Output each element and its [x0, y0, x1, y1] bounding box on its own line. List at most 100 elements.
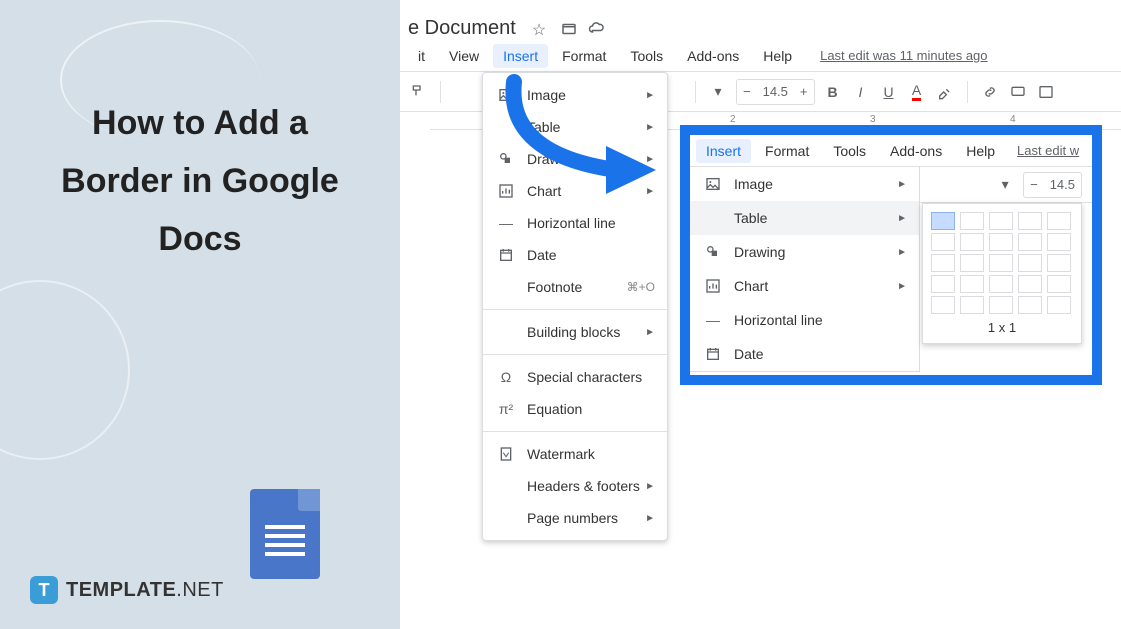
insert-chart[interactable]: Chart ► [690, 269, 919, 303]
insert-drawing[interactable]: Drawing ► [690, 235, 919, 269]
table-cell[interactable] [1047, 254, 1071, 272]
insert-chart[interactable]: Chart ► [483, 175, 667, 207]
comment-icon[interactable] [1008, 82, 1028, 102]
hline-icon: — [704, 311, 722, 329]
insert-special-chars[interactable]: Ω Special characters [483, 361, 667, 393]
font-size-control[interactable]: − 14.5 + [736, 79, 815, 105]
insert-table[interactable]: Table ► [690, 201, 919, 235]
chevron-right-icon: ► [645, 481, 655, 492]
dd-label: Special characters [527, 369, 642, 385]
menu-help[interactable]: Help [956, 139, 1005, 163]
callout-menubar: Insert Format Tools Add-ons Help Last ed… [690, 135, 1092, 167]
insert-image[interactable]: Image ► [690, 167, 919, 201]
last-edit-text[interactable]: Last edit was 11 minutes ago [820, 48, 987, 63]
table-cell[interactable] [960, 212, 984, 230]
bold-icon[interactable]: B [823, 82, 843, 102]
menu-addons[interactable]: Add-ons [677, 44, 749, 68]
insert-page-numbers[interactable]: Page numbers ► [483, 502, 667, 534]
table-size-picker[interactable]: 1 x 1 [922, 203, 1082, 344]
table-cell[interactable] [960, 233, 984, 251]
table-cell[interactable] [989, 254, 1013, 272]
font-size-control[interactable]: − 14.5 [1023, 172, 1082, 198]
minus-icon[interactable]: − [737, 84, 757, 99]
menu-addons[interactable]: Add-ons [880, 139, 952, 163]
chevron-right-icon: ► [645, 513, 655, 524]
highlight-icon[interactable] [935, 82, 955, 102]
table-cell[interactable] [960, 275, 984, 293]
menu-format[interactable]: Format [755, 139, 819, 163]
table-cell[interactable] [931, 233, 955, 251]
table-cell[interactable] [989, 296, 1013, 314]
link-icon[interactable] [980, 82, 1000, 102]
insert-table[interactable]: Table ► [483, 111, 667, 143]
table-cell[interactable] [1047, 233, 1071, 251]
table-cell[interactable] [989, 275, 1013, 293]
table-cell[interactable] [1018, 233, 1042, 251]
drawing-icon [704, 243, 722, 261]
table-cell[interactable] [1047, 212, 1071, 230]
dd-label: Building blocks [527, 324, 620, 340]
watermark-icon [497, 445, 515, 463]
menu-help[interactable]: Help [753, 44, 802, 68]
dd-label: Table [527, 119, 560, 135]
table-cell[interactable] [1018, 212, 1042, 230]
table-cell[interactable] [1018, 275, 1042, 293]
chevron-right-icon: ► [645, 122, 655, 133]
menu-insert[interactable]: Insert [493, 44, 548, 68]
table-cell[interactable] [931, 296, 955, 314]
star-icon[interactable]: ☆ [532, 20, 550, 38]
italic-icon[interactable]: I [851, 82, 871, 102]
cloud-icon[interactable] [588, 20, 606, 38]
menu-view[interactable]: View [439, 44, 489, 68]
insert-hline[interactable]: — Horizontal line [483, 207, 667, 239]
insert-footnote[interactable]: Footnote ⌘+O [483, 271, 667, 303]
font-size-value[interactable]: 14.5 [757, 84, 794, 99]
insert-image[interactable]: Image ► [483, 79, 667, 111]
separator [483, 354, 667, 355]
table-cell[interactable] [989, 212, 1013, 230]
table-cell[interactable] [1018, 296, 1042, 314]
last-edit-text[interactable]: Last edit w [1017, 143, 1079, 158]
insert-headers-footers[interactable]: Headers & footers ► [483, 470, 667, 502]
menu-tools[interactable]: Tools [620, 44, 673, 68]
insert-equation[interactable]: π² Equation [483, 393, 667, 425]
insert-drawing[interactable]: Drawing ► [483, 143, 667, 175]
table-cell[interactable] [1018, 254, 1042, 272]
menu-tools[interactable]: Tools [823, 139, 876, 163]
brand-icon: T [30, 576, 58, 604]
shortcut-text: ⌘+O [627, 280, 655, 294]
table-cell[interactable] [960, 296, 984, 314]
dd-label: Date [734, 346, 764, 362]
image-icon[interactable] [1036, 82, 1056, 102]
table-cell[interactable] [931, 212, 955, 230]
insert-date[interactable]: Date [690, 337, 919, 371]
dd-label: Image [527, 87, 566, 103]
doc-title[interactable]: e Document [408, 17, 516, 40]
insert-building-blocks[interactable]: Building blocks ► [483, 316, 667, 348]
dropdown-icon[interactable]: ▾ [995, 175, 1015, 195]
menu-format[interactable]: Format [552, 44, 616, 68]
insert-watermark[interactable]: Watermark [483, 438, 667, 470]
table-cell[interactable] [931, 275, 955, 293]
text-color-icon[interactable]: A [907, 82, 927, 102]
dropdown-icon[interactable]: ▾ [708, 82, 728, 102]
table-cell[interactable] [1047, 296, 1071, 314]
paint-format-icon[interactable] [408, 82, 428, 102]
table-cell[interactable] [1047, 275, 1071, 293]
table-cell[interactable] [931, 254, 955, 272]
menu-edit[interactable]: it [408, 44, 435, 68]
insert-hline[interactable]: — Horizontal line [690, 303, 919, 337]
chevron-right-icon: ► [645, 186, 655, 197]
decoration-line [0, 280, 130, 460]
pi-icon: π² [497, 400, 515, 418]
menu-insert[interactable]: Insert [696, 139, 751, 163]
minus-icon[interactable]: − [1024, 177, 1044, 192]
underline-icon[interactable]: U [879, 82, 899, 102]
insert-date[interactable]: Date [483, 239, 667, 271]
table-cell[interactable] [989, 233, 1013, 251]
table-cell[interactable] [960, 254, 984, 272]
chevron-right-icon: ► [897, 281, 907, 292]
plus-icon[interactable]: + [794, 84, 814, 99]
move-icon[interactable] [560, 20, 578, 38]
font-size-value[interactable]: 14.5 [1044, 177, 1081, 192]
